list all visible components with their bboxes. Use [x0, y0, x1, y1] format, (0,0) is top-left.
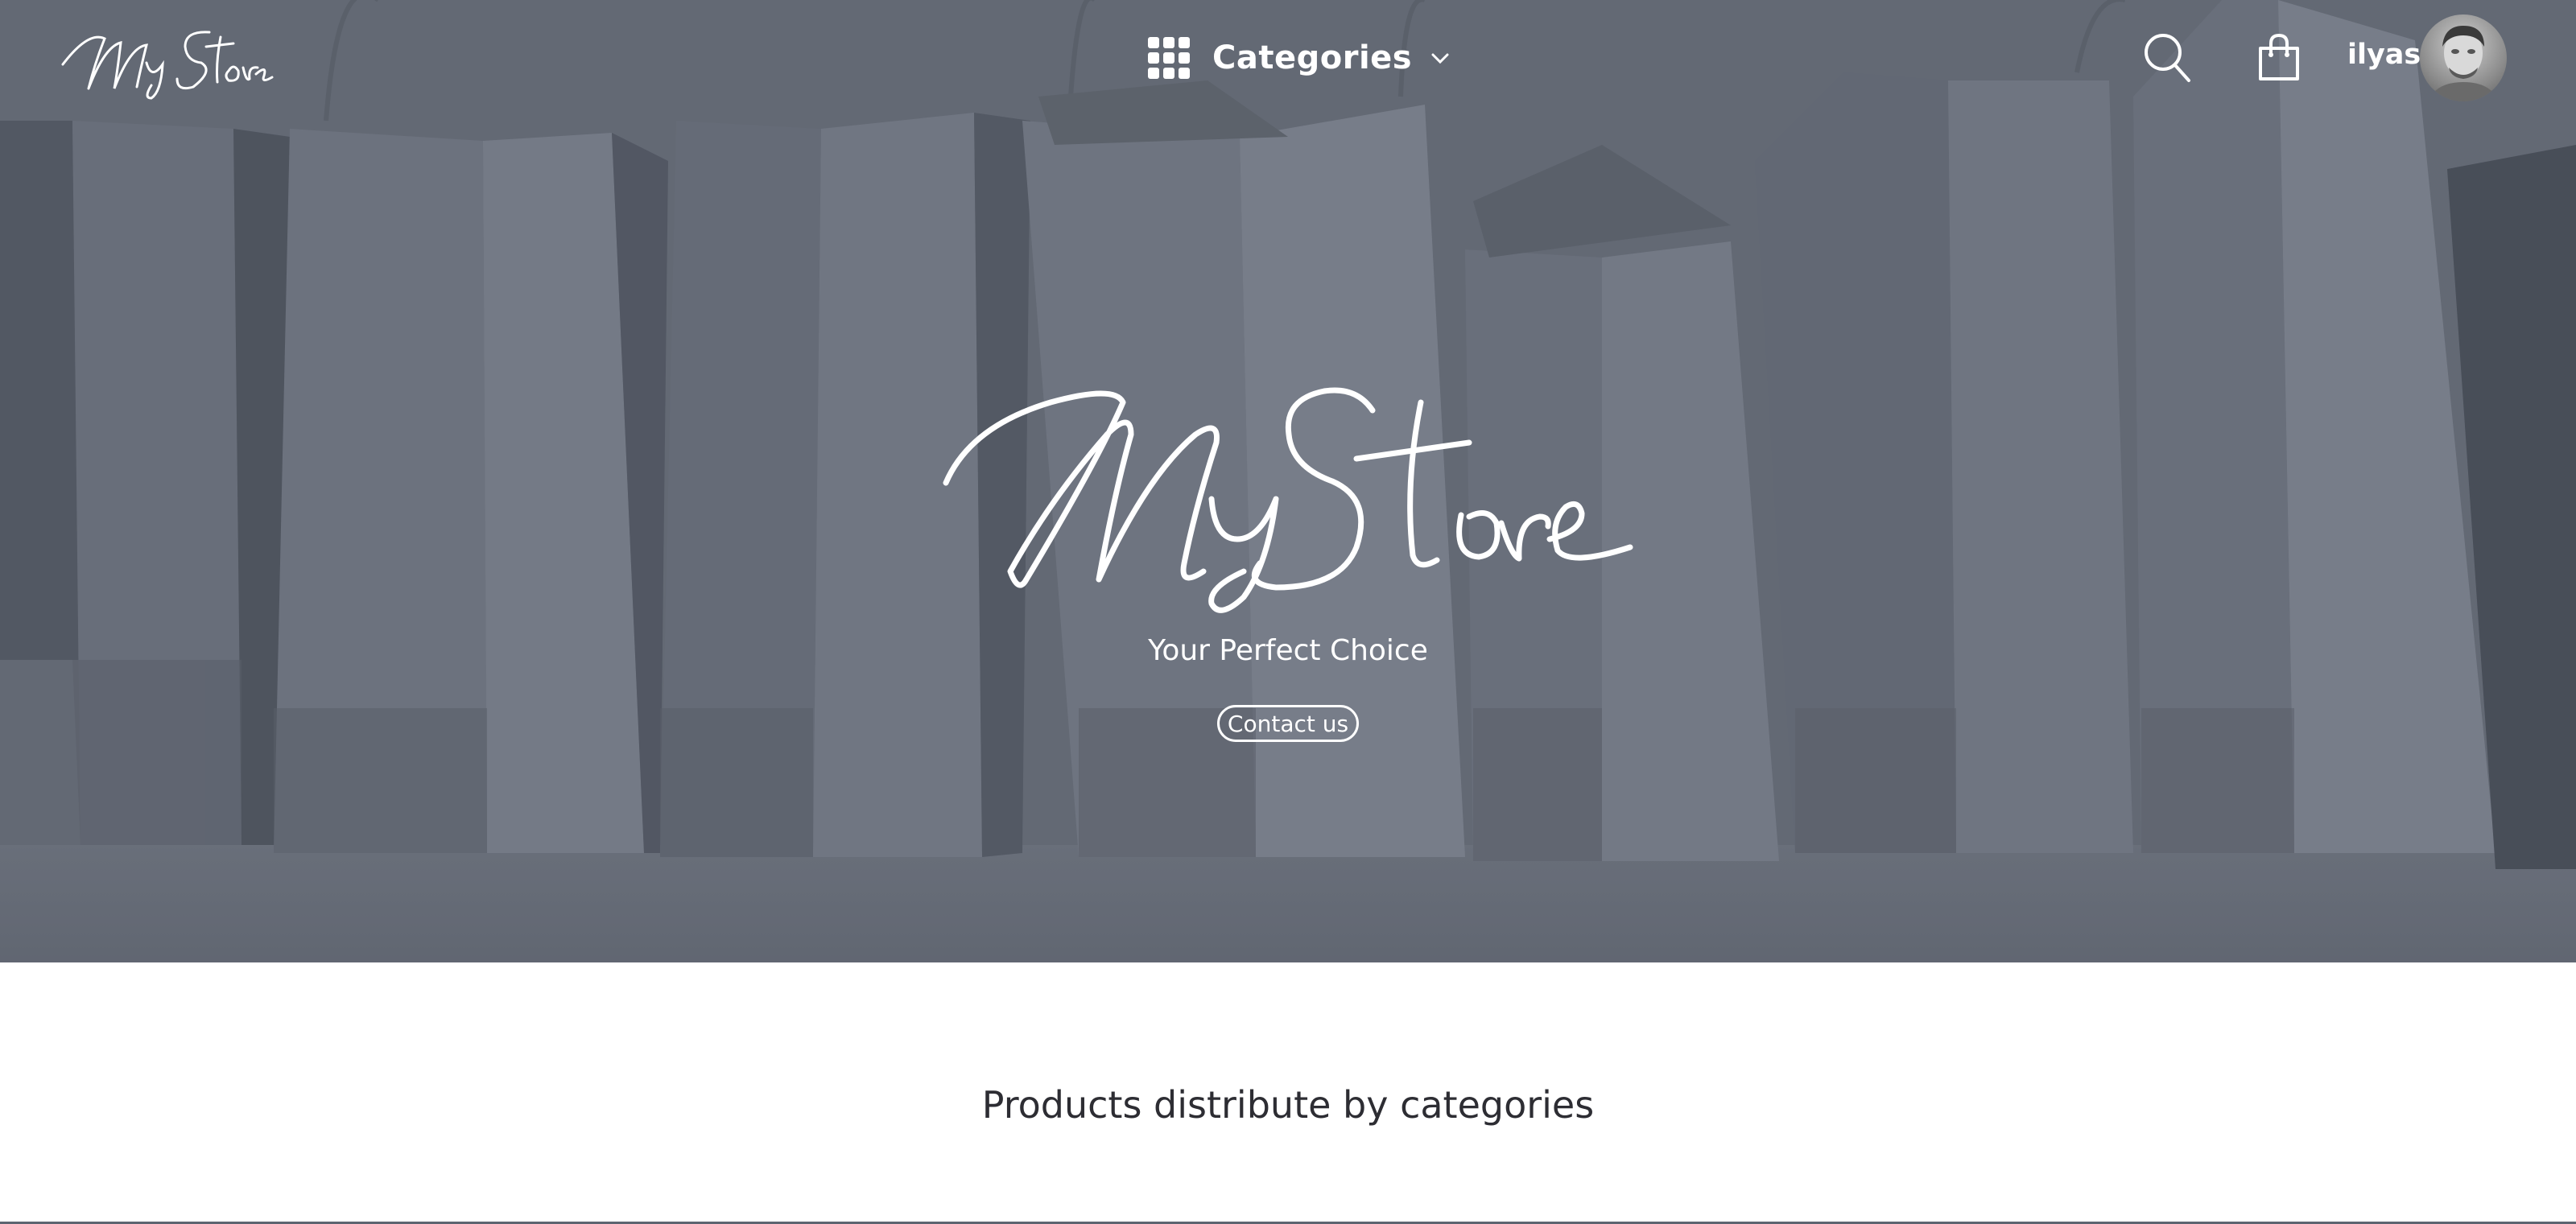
user-name[interactable]: ilyas	[2347, 39, 2421, 71]
grid-icon	[1148, 37, 1190, 79]
contact-us-button[interactable]: Contact us	[1217, 705, 1359, 742]
search-icon[interactable]	[2143, 32, 2191, 84]
chevron-down-icon	[1431, 53, 1449, 64]
hero-logo	[943, 387, 1633, 613]
categories-menu[interactable]: Categories	[1148, 35, 1451, 80]
user-avatar[interactable]	[2420, 14, 2507, 101]
shopping-bag-icon[interactable]	[2256, 32, 2301, 82]
section-title: Products distribute by categories	[981, 1083, 1595, 1127]
brand-logo[interactable]	[56, 14, 274, 103]
hero-tagline: Your Perfect Choice	[1148, 634, 1428, 667]
hero-banner: Categories ilyas Your Perfect Choice Con…	[0, 0, 2576, 962]
categories-label: Categories	[1212, 39, 1413, 76]
